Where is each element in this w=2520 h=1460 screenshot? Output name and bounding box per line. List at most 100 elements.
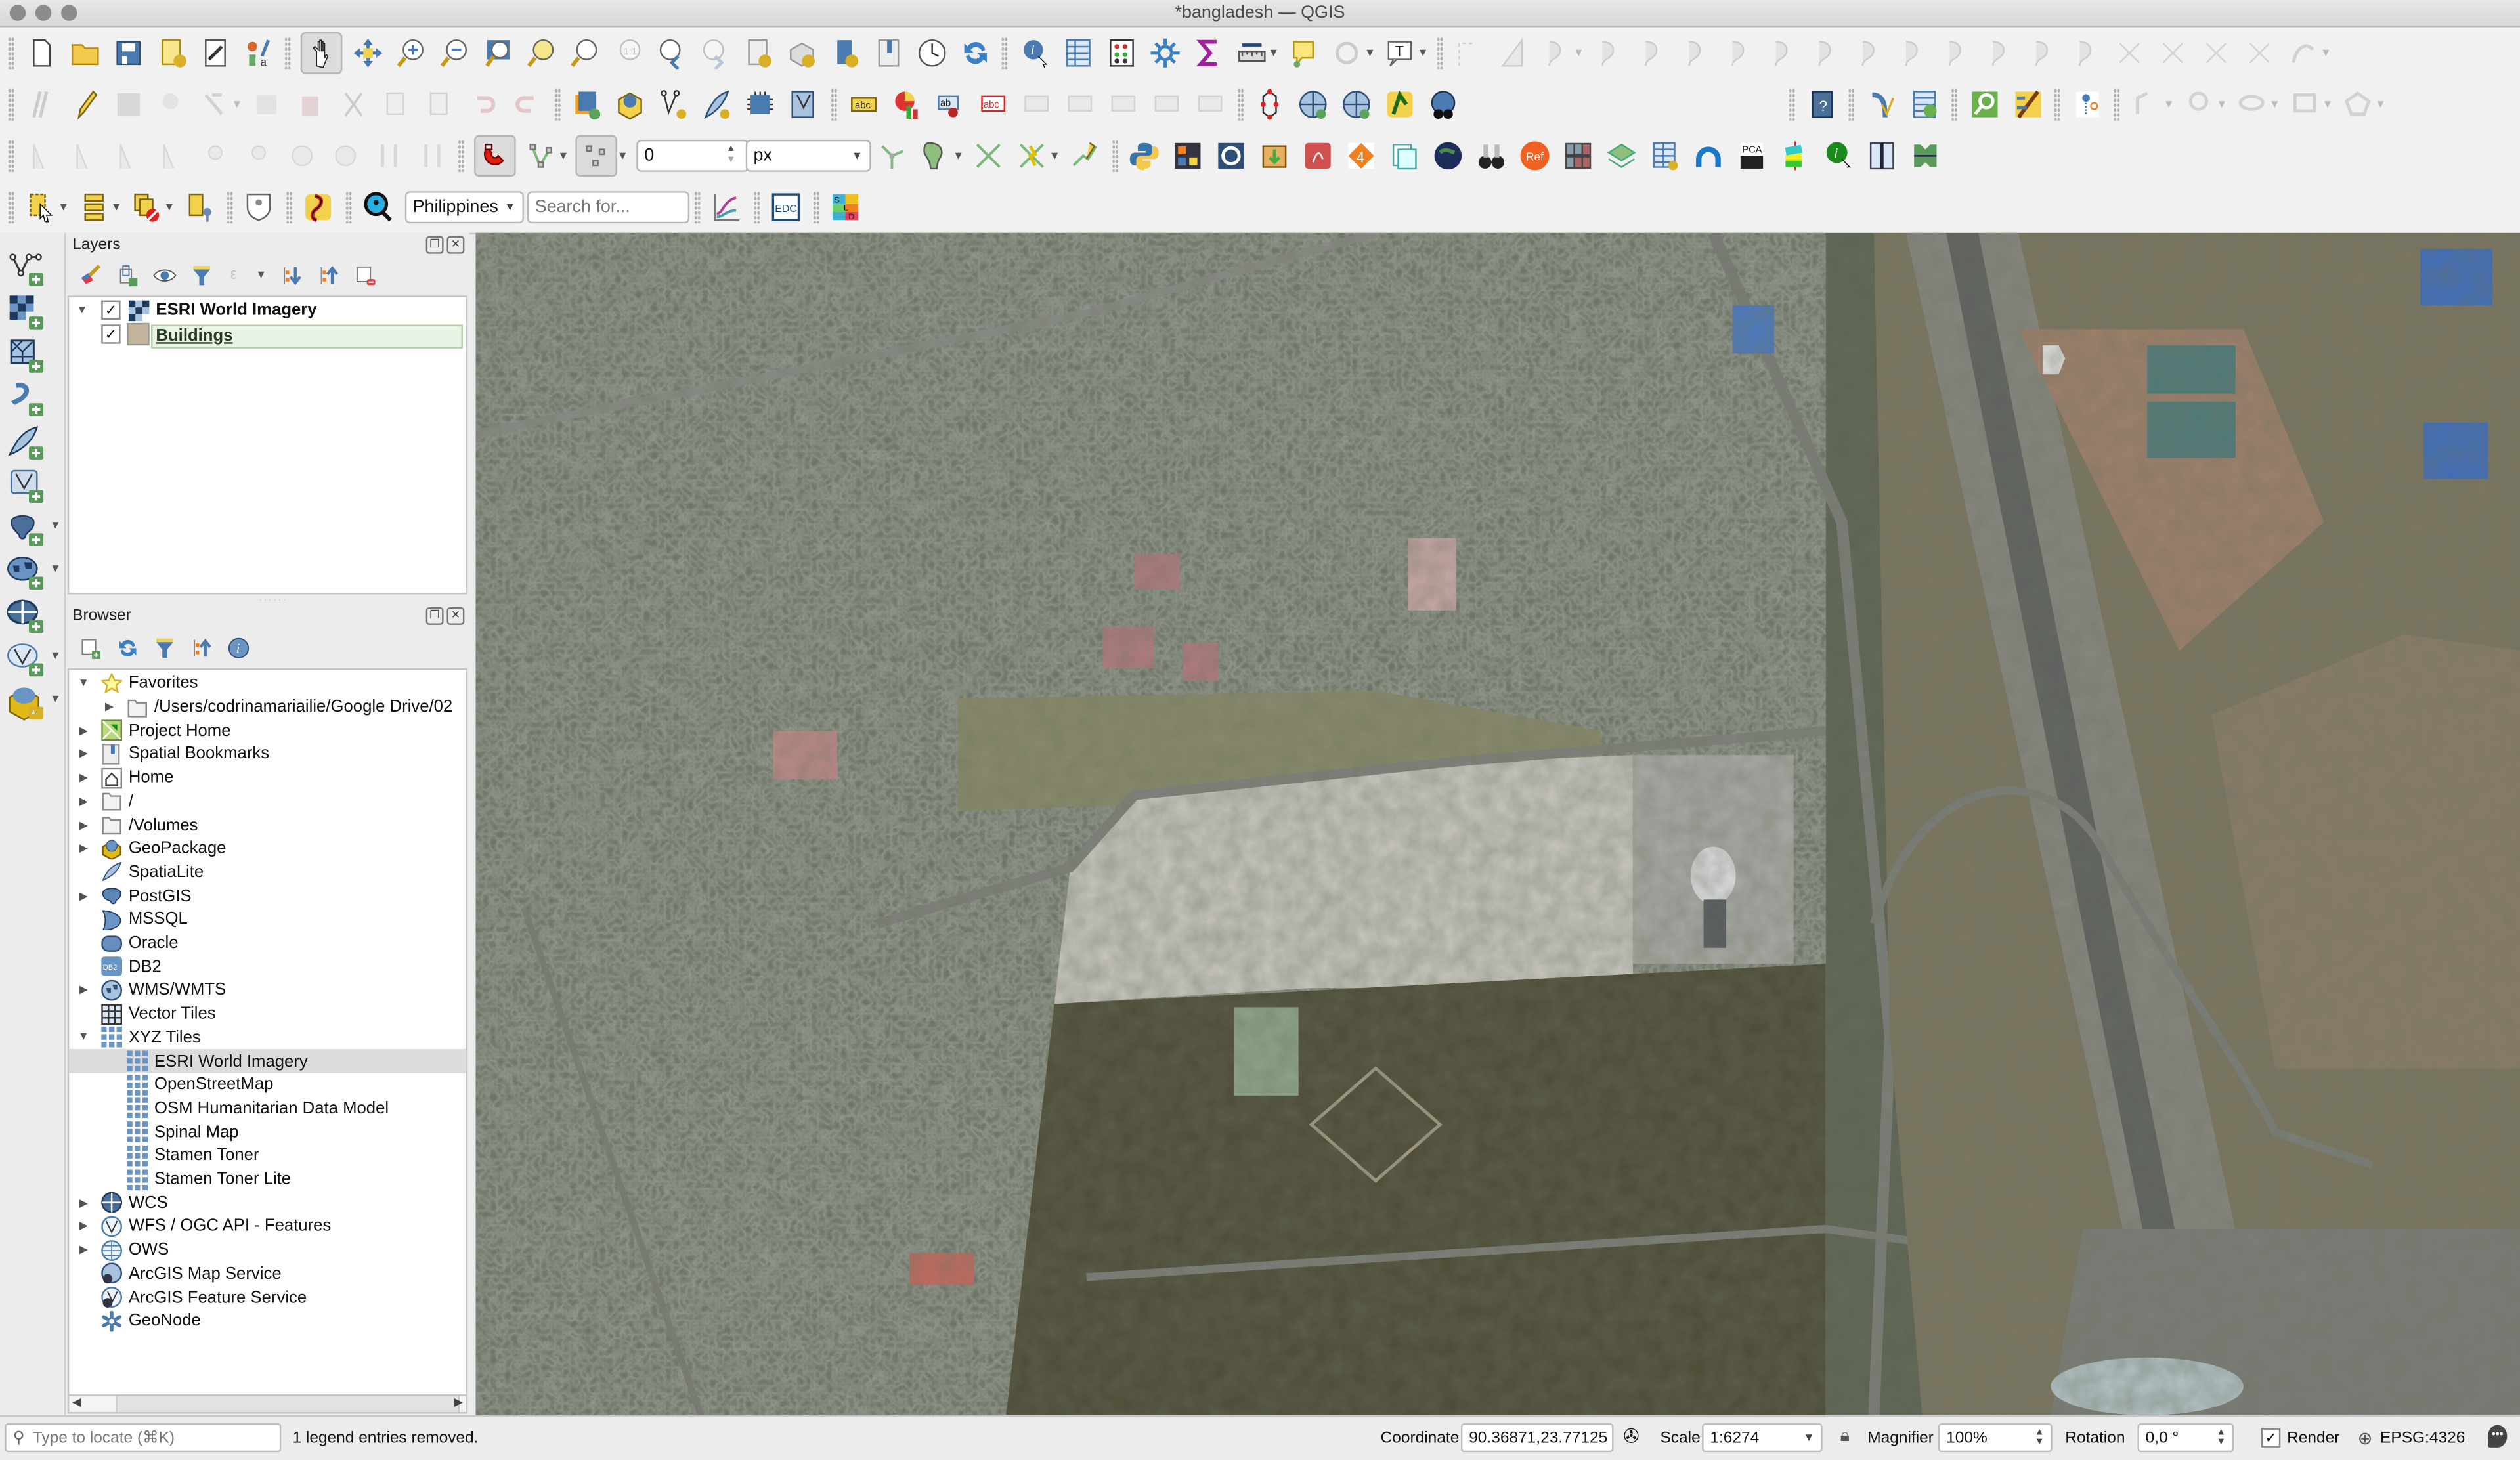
browser-item[interactable]: ESRI World Imagery (69, 1049, 466, 1073)
mapswipe-panel-icon[interactable] (1865, 138, 1900, 173)
layer-row-buildings[interactable]: ✓ Buildings (69, 323, 466, 348)
expand-arrow-icon[interactable]: ▶ (77, 984, 90, 997)
curve-dropdown-arrow[interactable]: ▼ (2320, 47, 2332, 58)
collapse-arrow-icon[interactable]: ▼ (77, 677, 90, 689)
deselect-features-icon[interactable] (129, 190, 165, 225)
show-bookmarks-icon[interactable] (870, 35, 905, 71)
browser-item[interactable]: ▶ / (69, 790, 466, 813)
help-contents-icon[interactable]: ? (1804, 87, 1840, 122)
close-panel-button[interactable]: ✕ (446, 607, 465, 625)
manage-map-themes-icon[interactable] (151, 262, 177, 288)
open-attribute-table-icon[interactable] (1060, 35, 1095, 71)
split-features-icon[interactable] (1852, 35, 1887, 71)
layer-diagram-options-icon[interactable] (890, 87, 925, 122)
identify-features-icon[interactable]: i (1016, 35, 1052, 71)
browser-item[interactable]: ArcGIS Map Service (69, 1262, 466, 1285)
trim-extend-icon[interactable] (2112, 35, 2148, 71)
profile-tool-icon[interactable] (709, 190, 745, 225)
browser-item[interactable]: Spinal Map (69, 1120, 466, 1144)
zoom-next-icon[interactable] (697, 35, 732, 71)
close-panel-button[interactable]: ✕ (446, 236, 465, 254)
measure-dropdown-arrow[interactable]: ▼ (1268, 47, 1279, 58)
properties-info-icon[interactable]: i (225, 635, 251, 660)
layer-visibility-checkbox[interactable]: ✓ (101, 301, 121, 320)
expand-arrow-icon[interactable]: ▶ (77, 1196, 90, 1209)
edit-label-icon[interactable] (1193, 87, 1228, 122)
shape-rectangle-icon[interactable] (2288, 87, 2323, 122)
reference-plugin-icon[interactable]: Ref (1517, 138, 1553, 173)
spatial-join-icon[interactable] (1908, 138, 1944, 173)
browser-horizontal-scrollbar[interactable]: ◀ ▶ (67, 1394, 468, 1414)
expand-arrow-icon[interactable]: ▶ (77, 795, 90, 807)
add-delimited-text-layer-icon[interactable] (7, 379, 45, 418)
select-features-dropdown-arrow[interactable]: ▼ (58, 202, 69, 213)
show-hide-labels-icon[interactable] (1020, 87, 1055, 122)
georeferencer-icon[interactable] (1863, 87, 1899, 122)
google-earth-icon[interactable] (1431, 138, 1466, 173)
undo-icon[interactable] (467, 87, 502, 122)
new-project-icon[interactable] (23, 35, 58, 71)
zoom-native-resolution-icon[interactable]: 1:1 (610, 35, 645, 71)
change-label-icon[interactable] (1150, 87, 1185, 122)
new-spatialite-layer-icon[interactable] (700, 87, 735, 122)
browser-item[interactable]: OpenStreetMap (69, 1073, 466, 1096)
browser-item[interactable]: SpatiaLite (69, 861, 466, 884)
tracing-icon[interactable] (1068, 138, 1103, 173)
qgis2web-icon[interactable]: 4 (1344, 138, 1379, 173)
new-bookmark-icon[interactable] (827, 35, 862, 71)
zoom-to-layer-icon[interactable] (567, 35, 602, 71)
toolbar-grip[interactable] (1789, 88, 1796, 121)
add-mesh-layer-icon[interactable] (7, 335, 45, 374)
browser-item[interactable]: ▼ Favorites (69, 672, 466, 695)
snapping-layers-icon[interactable] (523, 138, 559, 173)
metasearch-icon[interactable] (1426, 87, 1462, 122)
rectangle-dropdown-arrow[interactable]: ▼ (2322, 98, 2333, 110)
vertex-dropdown-arrow[interactable]: ▼ (231, 98, 242, 110)
python-console-icon[interactable] (1127, 138, 1162, 173)
rotate-label-icon[interactable] (1106, 87, 1142, 122)
route-plugin-icon[interactable] (301, 190, 336, 225)
add-wcs-layer-icon[interactable] (7, 596, 45, 635)
zoom-in-icon[interactable] (393, 35, 428, 71)
lock-scale-icon[interactable]: 🔒︎ (1840, 1427, 1850, 1448)
save-layer-edits-icon[interactable] (110, 87, 146, 122)
select-features-icon[interactable] (23, 190, 58, 225)
rotation-stepper[interactable]: 0,0 ° ▲ ▼ (2137, 1423, 2234, 1453)
processing-toolbox-icon[interactable] (1146, 35, 1182, 71)
zoom-to-selection-icon[interactable] (523, 35, 559, 71)
fill-ring-icon[interactable] (1635, 35, 1670, 71)
filter-expression-dropdown-arrow[interactable]: ▼ (255, 269, 267, 280)
offset-curve-icon[interactable] (1808, 35, 1844, 71)
locator-search-bar[interactable]: ⚲ Type to locate (⌘K) (5, 1423, 282, 1453)
cut-features-icon[interactable] (337, 87, 372, 122)
gps-position-icon[interactable] (2069, 87, 2104, 122)
add-ring-icon[interactable] (1538, 35, 1574, 71)
postgis-dropdown-arrow[interactable]: ▼ (50, 521, 61, 532)
refresh-icon[interactable] (957, 35, 993, 71)
browser-item[interactable]: ▶ Project Home (69, 719, 466, 742)
circle-dropdown-arrow[interactable]: ▼ (2216, 98, 2227, 110)
network-analysis-icon[interactable] (1691, 138, 1726, 173)
db-manager-icon[interactable] (1907, 87, 1942, 122)
expand-arrow-icon[interactable]: ▶ (77, 890, 90, 902)
snap-intersections-icon[interactable] (971, 138, 1007, 173)
expand-arrow-icon[interactable]: ▶ (103, 700, 116, 713)
vertex-tool-all-layers-icon[interactable] (197, 87, 232, 122)
simplify-icon[interactable] (240, 138, 276, 173)
topological-editing-icon[interactable] (875, 138, 910, 173)
binoculars-icon[interactable] (1474, 138, 1510, 173)
browser-item[interactable]: ▶ WCS (69, 1191, 466, 1214)
layout-manager-icon[interactable] (197, 35, 232, 71)
edc-plugin-icon[interactable]: EDC (769, 190, 804, 225)
browser-item[interactable]: OSM Humanitarian Data Model (69, 1096, 466, 1120)
move-feature-icon[interactable] (67, 138, 102, 173)
new-mesh-layer-icon[interactable] (787, 87, 822, 122)
coordinate-field[interactable]: 90.36871,23.77125 (1460, 1423, 1614, 1453)
expand-arrow-icon[interactable]: ▶ (77, 724, 90, 737)
expand-arrow-icon[interactable]: ▶ (77, 842, 90, 855)
browser-item[interactable]: ▼ XYZ Tiles (69, 1025, 466, 1049)
float-panel-button[interactable]: ❐ (425, 236, 444, 254)
new-geopackage-layer-icon[interactable] (613, 87, 649, 122)
avoid-overlap-dropdown-arrow[interactable]: ▼ (953, 150, 964, 161)
scroll-right-arrow[interactable]: ▶ (454, 1396, 463, 1409)
